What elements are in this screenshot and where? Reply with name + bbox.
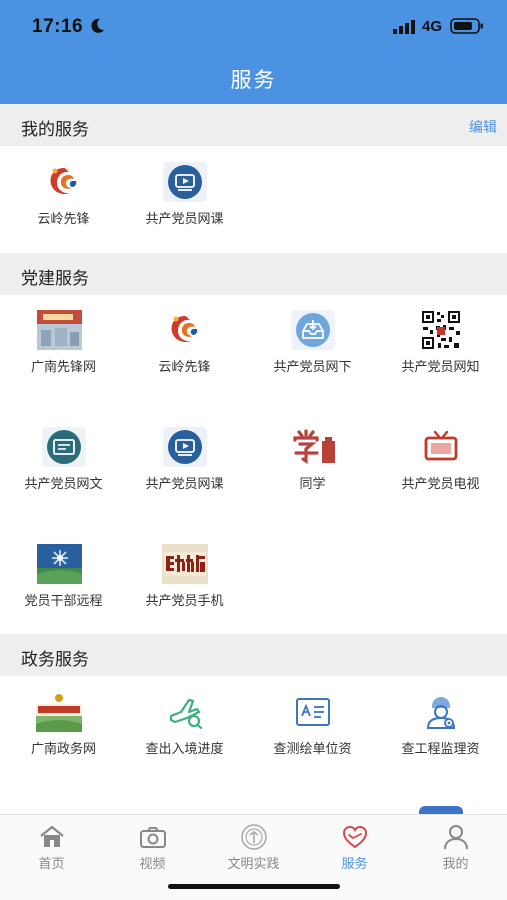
service-label: 查工程监理资 — [401, 742, 480, 757]
home-icon — [40, 825, 64, 847]
tab-me[interactable]: 我的 — [405, 821, 506, 873]
service-immigration-progress[interactable]: 查出入境进度 — [121, 678, 248, 768]
civilization-icon — [241, 824, 267, 850]
camera-icon — [140, 827, 166, 848]
moon-icon — [91, 18, 104, 33]
service-label: 云岭先锋 — [158, 360, 211, 375]
status-bar: 17:16 4G — [0, 0, 507, 52]
service-classmate[interactable]: 同学 — [249, 413, 376, 503]
service-label: 共产党员手机 — [145, 594, 224, 609]
tab-label: 我的 — [442, 857, 469, 872]
video-course-icon — [163, 427, 207, 467]
airplane-search-icon — [169, 698, 203, 730]
download-tray-icon — [291, 310, 335, 350]
service-engineering-supervision[interactable]: 查工程监理资 — [377, 678, 504, 768]
section-title: 党建服务 — [21, 269, 89, 289]
battery-icon — [450, 18, 483, 34]
service-label: 共产党员网课 — [145, 477, 224, 492]
service-label: 云岭先锋 — [37, 212, 90, 227]
document-screen-icon — [42, 427, 86, 467]
service-label: 共产党员网下 — [273, 360, 352, 375]
tab-services[interactable]: 服务 — [304, 821, 405, 873]
signal-icon — [393, 20, 415, 34]
tab-civilization[interactable]: 文明实践 — [203, 821, 304, 873]
tab-label: 文明实践 — [227, 857, 280, 872]
network-type: 4G — [422, 18, 443, 35]
section-party-services: 党建服务 — [0, 253, 507, 295]
tv-icon — [424, 430, 458, 461]
service-label: 共产党员网知 — [401, 360, 480, 375]
tab-video[interactable]: 视频 — [102, 821, 203, 873]
survey-document-icon — [296, 698, 330, 726]
section-my-services: 我的服务 编辑 — [0, 104, 507, 146]
section-title: 我的服务 — [21, 120, 89, 140]
person-icon — [444, 825, 468, 850]
service-yunling[interactable]: 云岭先锋 — [121, 296, 248, 386]
service-label: 广南政务网 — [30, 742, 96, 757]
service-party-tv[interactable]: 共产党员电视 — [377, 413, 504, 503]
mobile-newspaper-icon — [162, 544, 208, 584]
service-survey-qualification[interactable]: 查测绘单位资 — [249, 678, 376, 768]
service-video-course[interactable]: 共产党员网课 — [121, 413, 248, 503]
service-label: 查测绘单位资 — [273, 742, 352, 757]
page-title: 服务 — [230, 69, 277, 92]
service-yunling[interactable]: 云岭先锋 — [0, 148, 127, 238]
edit-button[interactable]: 编辑 — [469, 117, 497, 137]
service-label: 广南先锋网 — [30, 360, 96, 375]
remote-education-icon — [37, 544, 82, 584]
service-guangnan-pioneer[interactable]: 广南先锋网 — [0, 296, 127, 386]
service-video-course[interactable]: 共产党员网课 — [121, 148, 248, 238]
tab-label: 首页 — [38, 857, 65, 872]
top-bar: 17:16 4G 服务 — [0, 0, 507, 104]
qr-code-icon — [421, 310, 461, 350]
tab-label: 视频 — [139, 857, 166, 872]
guangnan-site-thumbnail-icon — [37, 310, 82, 350]
service-party-knowledge[interactable]: 共产党员网知 — [377, 296, 504, 386]
service-label: 共产党员电视 — [401, 477, 480, 492]
section-title: 政务服务 — [21, 650, 89, 670]
service-party-mobile[interactable]: 共产党员手机 — [121, 530, 248, 620]
status-time: 17:16 — [32, 16, 84, 37]
yunling-logo-icon — [171, 316, 198, 342]
service-remote-education[interactable]: 党员干部远程 — [0, 530, 127, 620]
service-label: 查出入境进度 — [145, 742, 224, 757]
gov-site-thumbnail-icon — [36, 692, 82, 732]
heart-hands-icon — [342, 825, 368, 849]
service-label: 同学 — [299, 477, 326, 492]
tab-label: 服务 — [341, 857, 368, 872]
video-course-icon — [163, 162, 207, 202]
service-party-download[interactable]: 共产党员网下 — [249, 296, 376, 386]
service-guangnan-gov[interactable]: 广南政务网 — [0, 678, 127, 768]
section-gov-services: 政务服务 — [0, 634, 507, 676]
service-label: 共产党员网课 — [145, 212, 224, 227]
yunling-logo-icon — [50, 168, 77, 194]
service-label: 共产党员网文 — [24, 477, 103, 492]
service-party-article[interactable]: 共产党员网文 — [0, 413, 127, 503]
tab-home[interactable]: 首页 — [1, 821, 102, 873]
engineer-icon — [426, 697, 456, 729]
service-label: 党员干部远程 — [24, 594, 103, 609]
next-row-icon-peek — [419, 806, 463, 814]
home-indicator — [168, 884, 340, 889]
xue-character-icon — [293, 429, 335, 464]
